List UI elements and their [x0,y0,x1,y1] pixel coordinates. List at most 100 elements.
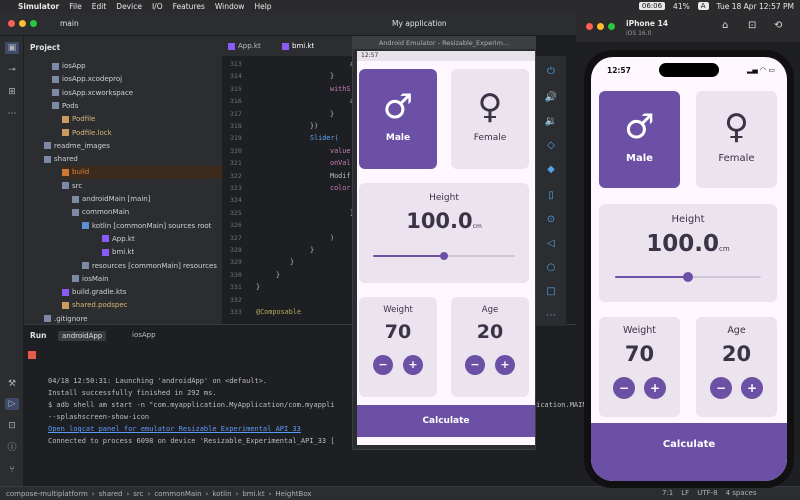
breadcrumb-item[interactable]: bmi.kt [242,490,264,498]
volume-down-icon[interactable]: 🔉 [544,116,558,130]
female-card[interactable]: ♀ Female [696,91,777,188]
encoding[interactable]: UTF-8 [697,489,717,497]
breadcrumb-item[interactable]: kotlin [212,490,231,498]
recording-clock[interactable]: 06:06 [638,2,666,10]
input-source[interactable]: A [697,2,709,10]
calculate-button[interactable]: Calculate [591,423,787,481]
menu-device[interactable]: Device [116,2,142,11]
rotate-icon[interactable]: ⟲ [774,20,782,31]
female-card[interactable]: ♀ Female [451,69,529,169]
screenshot-icon[interactable]: ⊡ [748,20,756,31]
maximize-icon[interactable] [608,23,615,30]
branch-selector[interactable]: main [60,19,79,28]
more-icon[interactable]: ⋯ [5,108,19,120]
run-config-title[interactable]: My application [392,19,447,28]
back-icon[interactable]: ◁ [544,238,558,252]
weight-minus-button[interactable]: − [373,355,393,375]
power-icon[interactable]: ⏻ [544,66,558,80]
menubar-datetime[interactable]: Tue 18 Apr 12:57 PM [717,2,794,11]
tree-item[interactable]: shared [44,153,78,166]
male-card[interactable]: ♂ Male [359,69,437,169]
run-tab-androidapp[interactable]: androidApp [58,331,107,341]
structure-icon[interactable]: ⊞ [5,86,19,98]
age-plus-button[interactable]: + [741,377,763,399]
git-icon[interactable]: ⑂ [5,464,19,476]
menu-window[interactable]: Window [215,2,245,11]
home-icon[interactable]: ○ [544,262,558,276]
terminal-icon[interactable]: ⊡ [5,420,19,432]
tab-bmi-kt[interactable]: bmi.kt [282,42,314,50]
weight-plus-button[interactable]: + [644,377,666,399]
menu-help[interactable]: Help [254,2,271,11]
breadcrumb-separator-icon: › [126,489,130,498]
menu-io[interactable]: I/O [152,2,163,11]
height-slider-thumb[interactable] [683,272,693,282]
maximize-icon[interactable] [30,20,37,27]
tree-item[interactable]: build.gradle.kts [62,286,126,299]
cursor-position[interactable]: 7:1 [662,489,673,497]
tree-item[interactable]: iosMain [72,273,109,286]
close-icon[interactable] [586,23,593,30]
breadcrumb-item[interactable]: HeightBox [275,490,311,498]
tree-item[interactable]: resources [commonMain] resources [82,260,217,273]
rotate-left-icon[interactable]: ◇ [544,140,558,154]
tree-item[interactable]: readme_images [44,140,110,153]
rotate-right-icon[interactable]: ◆ [544,164,558,178]
breadcrumb-item[interactable]: src [133,490,143,498]
tab-app-kt[interactable]: App.kt [228,42,261,50]
tree-item[interactable]: commonMain [72,206,129,219]
more-icon[interactable]: ⋯ [544,310,558,324]
weight-plus-button[interactable]: + [403,355,423,375]
battery-percent[interactable]: 41% [673,2,690,11]
calculate-button[interactable]: Calculate [357,405,535,437]
code-line: Slider( [310,134,339,143]
build-icon[interactable]: ⚒ [5,378,19,390]
menu-file[interactable]: File [69,2,82,11]
close-icon[interactable] [8,20,15,27]
problems-icon[interactable]: ⓘ [5,442,19,454]
male-card[interactable]: ♂ Male [599,91,680,188]
overview-icon[interactable]: □ [544,286,558,300]
run-icon[interactable]: ▷ [5,398,19,410]
breadcrumb-item[interactable]: shared [99,490,123,498]
menu-edit[interactable]: Edit [92,2,107,11]
tree-item[interactable]: androidMain [main] [72,193,150,206]
tree-item[interactable]: iosApp.xcodeproj [52,73,122,86]
tree-item[interactable]: bmi.kt [102,246,134,259]
age-minus-button[interactable]: − [710,377,732,399]
tree-item[interactable]: Podfile.lock [62,127,112,140]
age-minus-button[interactable]: − [465,355,485,375]
logcat-link[interactable]: Open logcat panel for emulator Resizable… [48,425,301,433]
line-separator[interactable]: LF [681,489,689,497]
volume-up-icon[interactable]: 🔊 [544,92,558,106]
tree-item[interactable]: iosApp.xcworkspace [52,87,133,100]
age-plus-button[interactable]: + [495,355,515,375]
run-tab-iosapp[interactable]: iosApp [132,331,156,339]
tree-item[interactable]: Pods [52,100,78,113]
tree-item[interactable]: Podfile [62,113,95,126]
tree-item[interactable]: src [62,180,82,193]
app-menu[interactable]: Simulator [18,2,59,11]
breadcrumb-item[interactable]: compose-multiplatform [6,490,88,498]
code-editor[interactable]: 313 314 315 316 317 318 319 320 321 322 323 324 325 3… [222,56,354,324]
camera-icon[interactable]: ⊙ [544,214,558,228]
indent[interactable]: 4 spaces [726,489,757,497]
stop-icon[interactable] [28,351,36,359]
breadcrumb-item[interactable]: commonMain [154,490,201,498]
project-icon[interactable]: ▣ [5,42,19,54]
tree-item[interactable]: App.kt [102,233,135,246]
home-button-icon[interactable]: ⌂ [722,20,728,31]
commit-icon[interactable]: ⊸ [5,64,19,76]
fold-icon[interactable]: ▯ [544,190,558,204]
weight-minus-button[interactable]: − [613,377,635,399]
line-number: 322 [230,171,242,180]
height-slider-thumb[interactable] [440,252,448,260]
menu-features[interactable]: Features [173,2,205,11]
tree-item[interactable]: kotlin [commonMain] sources root [82,220,211,233]
minimize-icon[interactable] [19,20,26,27]
tree-item[interactable]: iosApp [52,60,86,73]
minimize-icon[interactable] [597,23,604,30]
tree-item[interactable]: shared.podspec [62,299,128,312]
tree-item[interactable]: build [62,166,222,180]
line-number: 315 [230,84,242,93]
